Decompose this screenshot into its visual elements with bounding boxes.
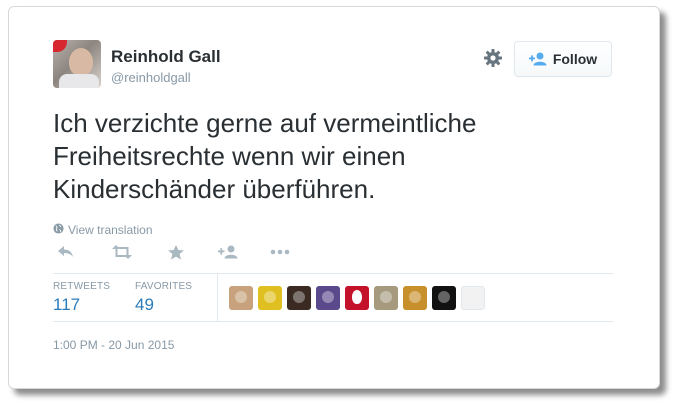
divider — [53, 273, 613, 274]
divider — [217, 273, 218, 321]
follow-button[interactable]: Follow — [514, 41, 612, 77]
gear-icon[interactable] — [482, 48, 504, 70]
more-icon[interactable] — [267, 241, 293, 263]
tweet-card: Reinhold Gall @reinholdgall Follow Ich v… — [8, 6, 660, 389]
retweets-count[interactable]: 117 — [53, 295, 80, 315]
globe-icon — [53, 223, 64, 237]
favoriter-avatar-7[interactable] — [403, 286, 427, 310]
author-avatar[interactable] — [53, 40, 101, 88]
retweet-icon[interactable] — [109, 241, 135, 263]
favoriter-avatar-8[interactable] — [432, 286, 456, 310]
view-translation-label: View translation — [68, 223, 153, 237]
follow-user-icon — [528, 52, 547, 66]
author-handle[interactable]: @reinholdgall — [111, 70, 191, 85]
retweets-label: RETWEETS — [53, 281, 111, 292]
follow-icon[interactable] — [215, 241, 241, 263]
divider — [53, 321, 613, 322]
tweet-text: Ich verzichte gerne auf vermeintliche Fr… — [53, 108, 477, 204]
favoriter-avatar-1[interactable] — [229, 286, 253, 310]
view-translation-link[interactable]: View translation — [53, 223, 153, 237]
favoriters-list — [229, 286, 485, 312]
reply-icon[interactable] — [53, 241, 79, 263]
follow-label: Follow — [552, 51, 598, 67]
favoriter-avatar-5[interactable] — [345, 286, 369, 310]
favorites-label: FAVORITES — [135, 281, 193, 292]
favoriter-avatar-6[interactable] — [374, 286, 398, 310]
favoriter-avatar-4[interactable] — [316, 286, 340, 310]
favoriter-avatar-9[interactable] — [461, 286, 485, 310]
tweet-timestamp[interactable]: 1:00 PM - 20 Jun 2015 — [53, 338, 174, 352]
favoriter-avatar-3[interactable] — [287, 286, 311, 310]
favorite-icon[interactable] — [163, 241, 189, 263]
favoriter-avatar-2[interactable] — [258, 286, 282, 310]
favorites-count[interactable]: 49 — [135, 295, 154, 315]
tweet-actions — [53, 241, 303, 263]
author-name[interactable]: Reinhold Gall — [111, 47, 221, 67]
